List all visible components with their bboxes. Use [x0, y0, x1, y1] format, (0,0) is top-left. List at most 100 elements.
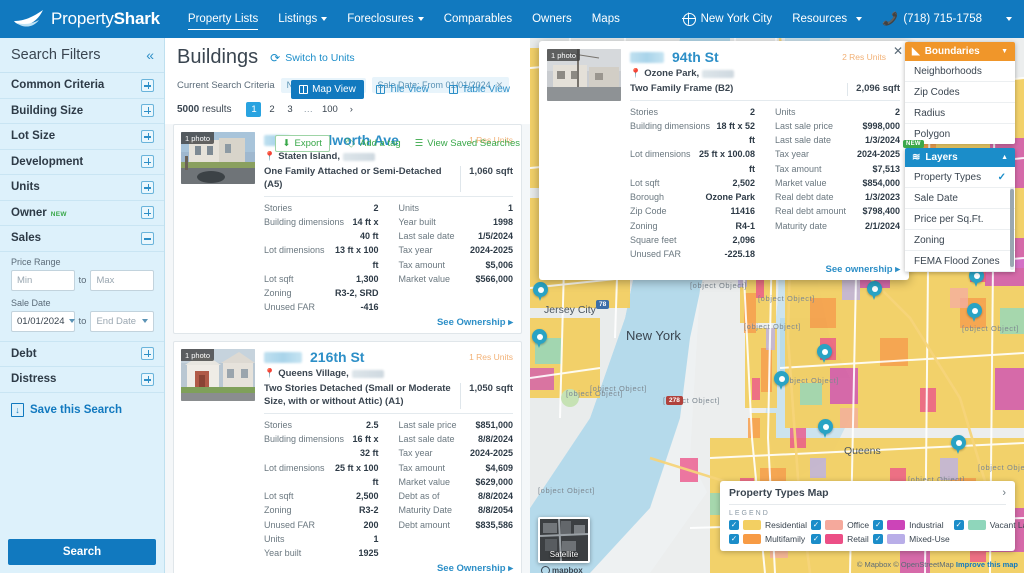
sidebar-item-lot-size[interactable]: Lot Size [0, 124, 164, 150]
layers-list[interactable]: Property Types ✓ Sale Date Price per Sq.… [905, 167, 1015, 272]
checkbox[interactable] [729, 520, 739, 530]
expand-plus-icon[interactable] [141, 79, 154, 92]
nav-comparables[interactable]: Comparables [434, 0, 522, 38]
boundary-item-radius[interactable]: Radius [905, 103, 1015, 124]
checkbox[interactable] [954, 520, 964, 530]
expand-plus-icon[interactable] [141, 104, 154, 117]
property-card[interactable]: 1 photo 216th St 1 Res Units 📍 Queens Vi… [173, 341, 522, 573]
property-address[interactable]: 94th St [672, 49, 719, 65]
satellite-toggle[interactable]: Satellite mapbox [538, 517, 590, 563]
sidebar-item-owner[interactable]: Owner NEW [0, 201, 164, 227]
expand-plus-icon[interactable] [141, 347, 154, 360]
layer-item-fema-flood-zones[interactable]: FEMA Flood Zones [905, 251, 1015, 272]
legend-item-multifamily[interactable]: Multifamily [729, 534, 807, 544]
expand-plus-icon[interactable] [141, 206, 154, 219]
improve-map-link[interactable]: Improve this map [956, 560, 1018, 569]
collapse-minus-icon[interactable] [141, 232, 154, 245]
checkbox[interactable] [729, 534, 739, 544]
layers-scrollbar-thumb[interactable] [1010, 189, 1014, 267]
page-1-button[interactable]: 1 [246, 102, 261, 117]
see-ownership-link[interactable]: See Ownership ▸ [264, 563, 513, 573]
property-thumbnail[interactable]: 1 photo [181, 349, 255, 401]
boundary-item-neighborhoods[interactable]: Neighborhoods [905, 61, 1015, 82]
phone-number[interactable]: 📞 (718) 715-1758 [873, 11, 991, 27]
price-max-input[interactable]: Max [90, 270, 154, 291]
sidebar-item-debt[interactable]: Debt [0, 342, 164, 368]
resources-menu[interactable]: Resources [783, 13, 871, 25]
checkbox[interactable] [873, 534, 883, 544]
sale-date-start-input[interactable]: 01/01/2024 [11, 311, 75, 332]
boundaries-header[interactable]: ◣ Boundaries ▼ [905, 42, 1015, 61]
switch-to-units-button[interactable]: ⟳ Switch to Units [270, 51, 355, 65]
nav-label: Foreclosures [347, 13, 413, 25]
sale-date-end-input[interactable]: End Date [90, 311, 154, 332]
legend-item-industrial[interactable]: Industrial [873, 520, 950, 530]
sidebar-item-common-criteria[interactable]: Common Criteria [0, 73, 164, 99]
spec-key: Unused FAR [630, 247, 681, 261]
save-this-search-button[interactable]: Save this Search [0, 393, 164, 427]
expand-plus-icon[interactable] [141, 373, 154, 386]
double-chevron-left-icon[interactable]: « [146, 48, 154, 62]
boundary-item-zip-codes[interactable]: Zip Codes [905, 82, 1015, 103]
nav-foreclosures[interactable]: Foreclosures [337, 0, 433, 38]
nav-listings[interactable]: Listings [268, 0, 337, 38]
add-a-tag-button[interactable]: 🏷Add a tag [344, 138, 401, 149]
property-card[interactable]: 1 photo Kenilworth Ave 1 Res Units 📍 Sta… [173, 124, 522, 334]
legend-item-vacant-land[interactable]: Vacant Land [954, 520, 1024, 530]
export-button[interactable]: ⬇Export [275, 135, 330, 152]
checkbox[interactable] [873, 520, 883, 530]
legend-item-residential[interactable]: Residential [729, 520, 807, 530]
checkbox[interactable] [811, 534, 821, 544]
expand-plus-icon[interactable] [141, 155, 154, 168]
layers-header[interactable]: ≋ Layers ▲ [905, 148, 1015, 167]
page-100-button[interactable]: 100 [319, 102, 341, 117]
account-menu[interactable] [993, 17, 1016, 21]
map-panel[interactable]: [object Object] [object Object] [object … [530, 38, 1024, 573]
city-selector[interactable]: New York City [674, 13, 782, 26]
property-thumbnail[interactable]: 1 photo [181, 132, 255, 184]
page-2-button[interactable]: 2 [264, 102, 279, 117]
nav-owners[interactable]: Owners [522, 0, 582, 38]
tab-tile-view[interactable]: Tile View [368, 80, 437, 99]
property-thumbnail[interactable]: 1 photo [547, 49, 621, 101]
tab-map-view[interactable]: Map View [291, 80, 364, 99]
map-property-popup[interactable]: ✕ 1 photo [539, 41, 909, 280]
checkbox[interactable] [811, 520, 821, 530]
spec-value: 1 [508, 201, 513, 215]
satellite-preview[interactable]: Satellite [538, 517, 590, 563]
price-min-input[interactable]: Min [11, 270, 75, 291]
close-icon[interactable]: ✕ [893, 45, 903, 57]
view-saved-searches-button[interactable]: ☰View Saved Searches [415, 138, 520, 149]
legend-item-office[interactable]: Office [811, 520, 869, 530]
search-button[interactable]: Search [8, 539, 156, 565]
page-3-button[interactable]: 3 [282, 102, 297, 117]
layer-item-property-types[interactable]: Property Types ✓ [905, 167, 1015, 188]
color-swatch [968, 520, 986, 530]
property-address[interactable]: 216th St [310, 349, 364, 365]
sidebar-item-units[interactable]: Units [0, 175, 164, 201]
spec-value: 2/1/2024 [865, 219, 900, 233]
layer-item-zoning[interactable]: Zoning [905, 230, 1015, 251]
sidebar-item-distress[interactable]: Distress [0, 367, 164, 393]
legend-item-retail[interactable]: Retail [811, 534, 869, 544]
tab-table-view[interactable]: Table View [441, 80, 518, 99]
nav-maps[interactable]: Maps [582, 0, 630, 38]
layer-item-sale-date[interactable]: Sale Date [905, 188, 1015, 209]
sidebar-item-development[interactable]: Development [0, 150, 164, 176]
legend-item-mixed-use[interactable]: Mixed-Use [873, 534, 950, 544]
spec-key: Lot dimensions [264, 461, 325, 489]
sidebar-header: Search Filters « [0, 38, 164, 73]
mapbox-logo[interactable]: mapbox [541, 566, 583, 573]
chevron-right-icon[interactable]: › [1002, 487, 1006, 499]
next-page-button[interactable]: › [344, 102, 359, 117]
expand-plus-icon[interactable] [141, 130, 154, 143]
layer-item-price-per-sqft[interactable]: Price per Sq.Ft. [905, 209, 1015, 230]
expand-plus-icon[interactable] [141, 181, 154, 194]
see-ownership-link[interactable]: See Ownership ▸ [264, 317, 513, 328]
see-ownership-link[interactable]: See ownership ▸ [630, 264, 900, 275]
property-cards-list[interactable]: 1 photo Kenilworth Ave 1 Res Units 📍 Sta… [165, 124, 530, 573]
nav-property-lists[interactable]: Property Lists [178, 0, 268, 38]
brand-logo[interactable]: PropertyShark [0, 8, 160, 30]
sidebar-item-building-size[interactable]: Building Size [0, 99, 164, 125]
sidebar-item-sales[interactable]: Sales [0, 226, 164, 252]
